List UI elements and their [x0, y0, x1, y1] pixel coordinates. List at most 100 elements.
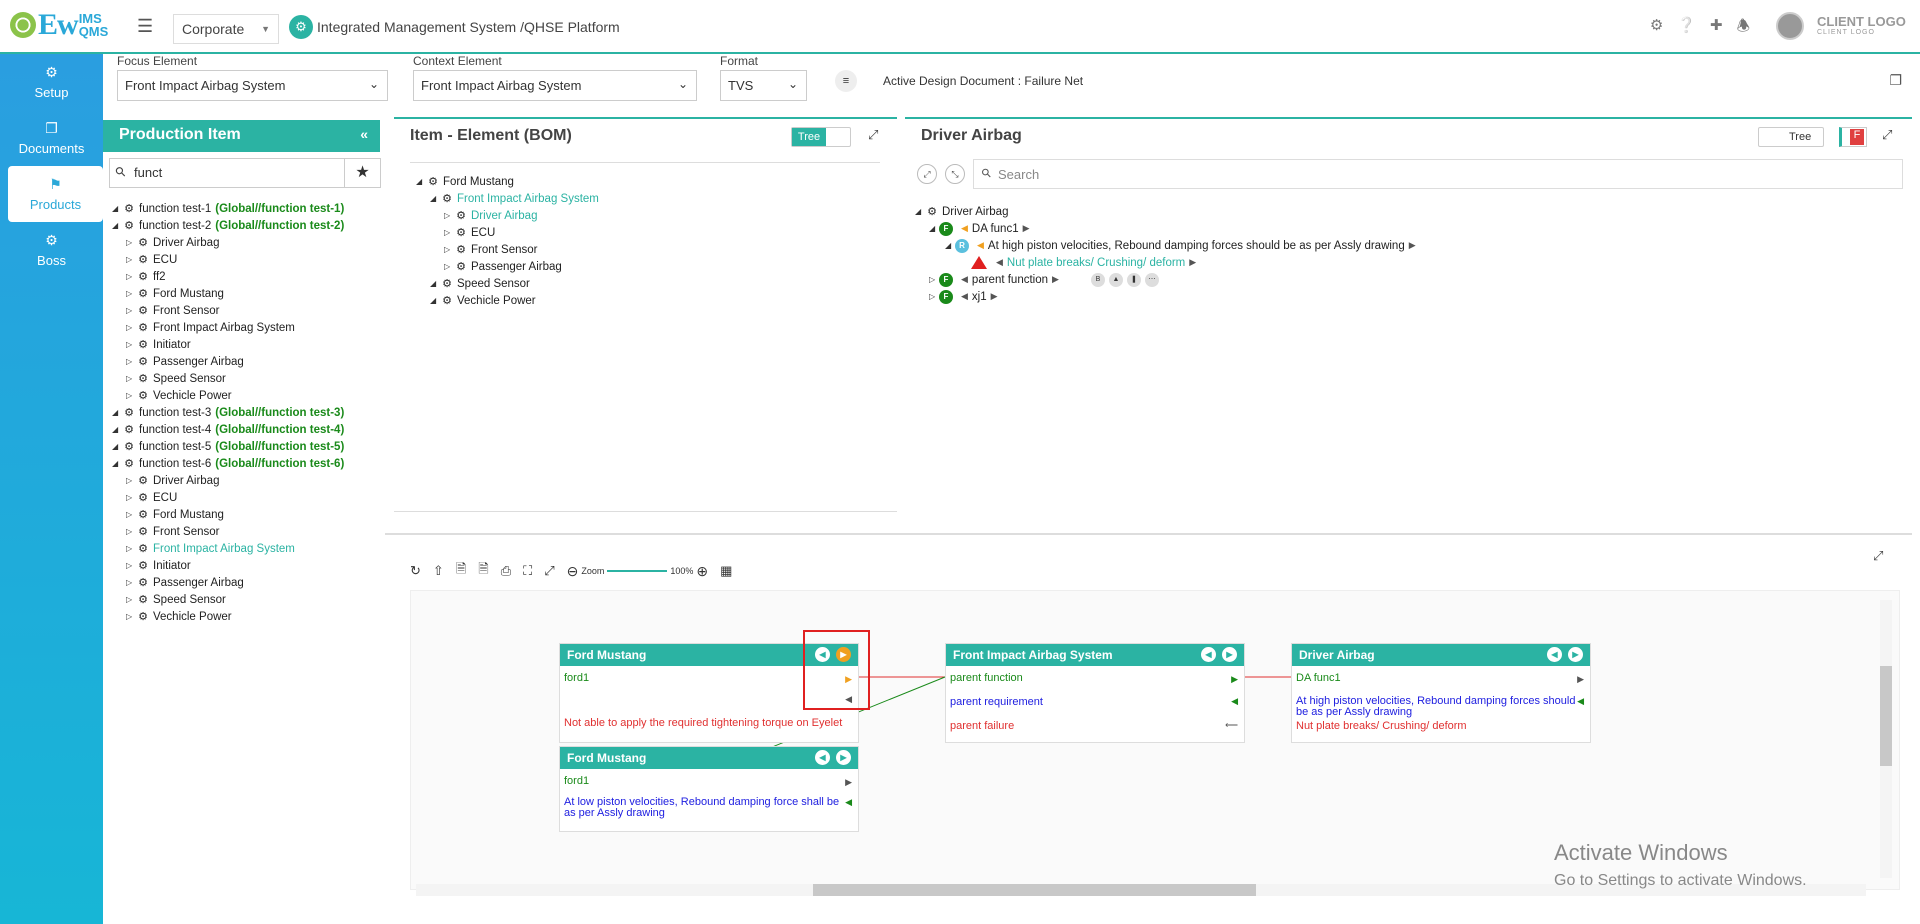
expand-toggle-icon[interactable]: ◢ — [112, 408, 122, 417]
caret-left-icon[interactable]: ◀ — [815, 750, 830, 765]
sidebar-item-setup[interactable]: ⚙ Setup — [0, 54, 103, 110]
tree-row[interactable]: ◢ ⚙ function test-6 (Global//function test-… — [112, 455, 344, 472]
more-icon[interactable]: ⋯ — [1144, 273, 1159, 287]
tree-row[interactable]: ▷ ⚙ Speed Sensor — [112, 370, 344, 387]
caret-right-icon[interactable]: ▶ — [1052, 274, 1059, 285]
tree-row[interactable]: ◢ ⚙ function test-5 (Global//function test-… — [112, 438, 344, 455]
expand-toggle-icon[interactable]: ◢ — [112, 204, 122, 213]
expand-toggle-icon[interactable]: ▷ — [126, 561, 136, 570]
tree-row[interactable]: ▷ ⚙ Initiator — [112, 557, 344, 574]
collapse-icon[interactable]: « — [360, 126, 368, 142]
zoom-in-icon[interactable]: ⊕ — [696, 563, 708, 580]
user-avatar[interactable] — [1776, 12, 1804, 40]
tree-row[interactable]: ◢ ⚙ function test-1 (Global//function test-… — [112, 200, 344, 217]
expand-toggle-icon[interactable]: ▷ — [126, 493, 136, 502]
tree-row[interactable]: ▷ ⚙ Ford Mustang — [112, 506, 344, 523]
tree-row[interactable]: ▷ ⚙ ECU — [112, 251, 344, 268]
node-front-impact-airbag-system[interactable]: Front Impact Airbag System ◀ ▶ parent func… — [945, 643, 1245, 743]
caret-right-icon[interactable]: ▶ — [1023, 223, 1030, 234]
expand-toggle-icon[interactable]: ▷ — [126, 544, 136, 553]
tree-row[interactable]: ▷ ⚙ Front Impact Airbag System — [112, 319, 344, 336]
tree-row[interactable]: ▷ ⚙ Front Sensor — [112, 523, 344, 540]
expand-toggle-icon[interactable]: ▷ — [126, 289, 136, 298]
star-icon[interactable]: ★ — [344, 159, 380, 187]
expand-toggle-icon[interactable]: ◢ — [112, 221, 122, 230]
organization-select[interactable]: Corporate ▼ — [173, 14, 279, 44]
expand-toggle-icon[interactable]: ▷ — [126, 238, 136, 247]
tree-row[interactable]: ◀ Nut plate breaks/ Crushing/ deform ▶ — [915, 254, 1420, 271]
bell-icon[interactable]: 🕭 — [1737, 16, 1750, 41]
layers-icon[interactable]: ≡ — [835, 70, 857, 92]
caret-right-icon[interactable]: ▶ — [991, 291, 998, 302]
tree-row[interactable]: ▷ ⚙ Front Impact Airbag System — [112, 540, 344, 557]
tree-row[interactable]: ▷ F ◀ parent function ▶ B ▲ ❚ ⋯ — [915, 271, 1420, 288]
caret-left-icon[interactable]: ◀ — [1547, 647, 1562, 662]
expand-toggle-icon[interactable]: ▷ — [126, 340, 136, 349]
tree-row[interactable]: ◢ F ◀ DA func1 ▶ — [915, 220, 1420, 237]
settings-gear-icon[interactable]: ⚙ — [1650, 16, 1663, 41]
expand-toggle-icon[interactable]: ▷ — [444, 228, 454, 237]
expand-toggle-icon[interactable]: ◢ — [915, 207, 925, 216]
tree-row[interactable]: ▷ ⚙ Passenger Airbag — [416, 258, 599, 275]
scroll-thumb[interactable] — [813, 884, 1256, 896]
expand-toggle-icon[interactable]: ▷ — [126, 595, 136, 604]
tree-row[interactable]: ▷ ⚙ Speed Sensor — [112, 591, 344, 608]
caret-left-icon[interactable]: ◀ — [961, 223, 968, 234]
sidebar-item-boss[interactable]: ⚙ Boss — [0, 222, 103, 278]
tree-row[interactable]: ▷ ⚙ Ford Mustang — [112, 285, 344, 302]
add-icon[interactable]: ✚ — [1710, 16, 1723, 41]
expand-icon[interactable]: ⤢ — [1882, 127, 1892, 143]
tree-row[interactable]: ◢ ⚙ function test-2 (Global//function test-… — [112, 217, 344, 234]
tree-row[interactable]: ▷ ⚙ ECU — [112, 489, 344, 506]
caret-right-icon[interactable]: ▶ — [1577, 674, 1584, 685]
expand-toggle-icon[interactable]: ▷ — [126, 374, 136, 383]
expand-toggle-icon[interactable]: ◢ — [112, 442, 122, 451]
caret-left-icon[interactable]: ◀ — [961, 291, 968, 302]
expand-toggle-icon[interactable]: ▷ — [126, 612, 136, 621]
help-icon[interactable]: ❔ — [1677, 16, 1696, 41]
expand-toggle-icon[interactable]: ▷ — [126, 476, 136, 485]
expand-toggle-icon[interactable]: ▷ — [126, 323, 136, 332]
caret-right-icon[interactable]: ▶ — [836, 750, 851, 765]
expand-toggle-icon[interactable]: ▷ — [126, 578, 136, 587]
caret-right-icon[interactable]: ▶ — [845, 777, 852, 788]
focus-element-select[interactable]: Front Impact Airbag System ⌄ — [117, 70, 388, 101]
tree-row[interactable]: ▷ ⚙ Passenger Airbag — [112, 574, 344, 591]
expand-toggle-icon[interactable]: ▷ — [444, 245, 454, 254]
vertical-scrollbar[interactable] — [1880, 600, 1892, 878]
expand-toggle-icon[interactable]: ▷ — [126, 357, 136, 366]
expand-toggle-icon[interactable]: ◢ — [112, 459, 122, 468]
expand-toggle-icon[interactable]: ◢ — [945, 241, 955, 250]
caret-right-icon[interactable]: ▶ — [1568, 647, 1583, 662]
expand-toggle-icon[interactable]: ▷ — [929, 275, 939, 284]
zoom-out-icon[interactable]: ⊖ — [567, 563, 579, 580]
caret-left-icon[interactable]: ◀ — [996, 257, 1003, 268]
tree-row[interactable]: ▷ ⚙ Driver Airbag — [112, 234, 344, 251]
hamburger-menu-icon[interactable]: ☰ — [137, 16, 153, 37]
tree-row[interactable]: ◢ ⚙ Front Impact Airbag System — [416, 190, 599, 207]
upload-icon[interactable]: ⇧ — [433, 563, 444, 579]
app-logo[interactable]: Ew IMS QMS — [10, 8, 108, 42]
expand-toggle-icon[interactable]: ▷ — [126, 306, 136, 315]
production-search-input[interactable]: funct — [110, 159, 344, 187]
driver-tree-toggle[interactable]: Tree — [1758, 127, 1824, 147]
driver-search-input[interactable]: Search — [973, 159, 1903, 189]
tree-row[interactable]: ▷ ⚙ Front Sensor — [416, 241, 599, 258]
sidebar-item-documents[interactable]: ❐ Documents — [0, 110, 103, 166]
tree-row[interactable]: ◢ R ◀ At high piston velocities, Rebound da… — [915, 237, 1420, 254]
collapse-all-icon[interactable]: ⤡ — [945, 164, 965, 184]
export-png-icon[interactable]: 🗎 — [478, 560, 488, 582]
bold-icon[interactable]: B — [1090, 273, 1105, 287]
tree-row[interactable]: ▷ ⚙ Initiator — [112, 336, 344, 353]
tree-row[interactable]: ▷ ⚙ ff2 — [112, 268, 344, 285]
tree-row[interactable]: ▷ ⚙ Passenger Airbag — [112, 353, 344, 370]
caret-left-icon[interactable]: ◀ — [977, 240, 984, 251]
refresh-icon[interactable]: ↻ — [410, 563, 421, 579]
node-ford-mustang-2[interactable]: Ford Mustang ◀ ▶ ford1 ▶ ◀ At low piston v… — [559, 746, 859, 832]
tree-row[interactable]: ◢ ⚙ Driver Airbag — [915, 203, 1420, 220]
caret-left-icon[interactable]: ◀ — [1577, 696, 1584, 707]
scroll-thumb[interactable] — [1880, 666, 1892, 766]
tree-row[interactable]: ▷ F ◀ xj1 ▶ — [915, 288, 1420, 305]
tree-row[interactable]: ▷ ⚙ Driver Airbag — [416, 207, 599, 224]
tree-row[interactable]: ▷ ⚙ Driver Airbag — [112, 472, 344, 489]
